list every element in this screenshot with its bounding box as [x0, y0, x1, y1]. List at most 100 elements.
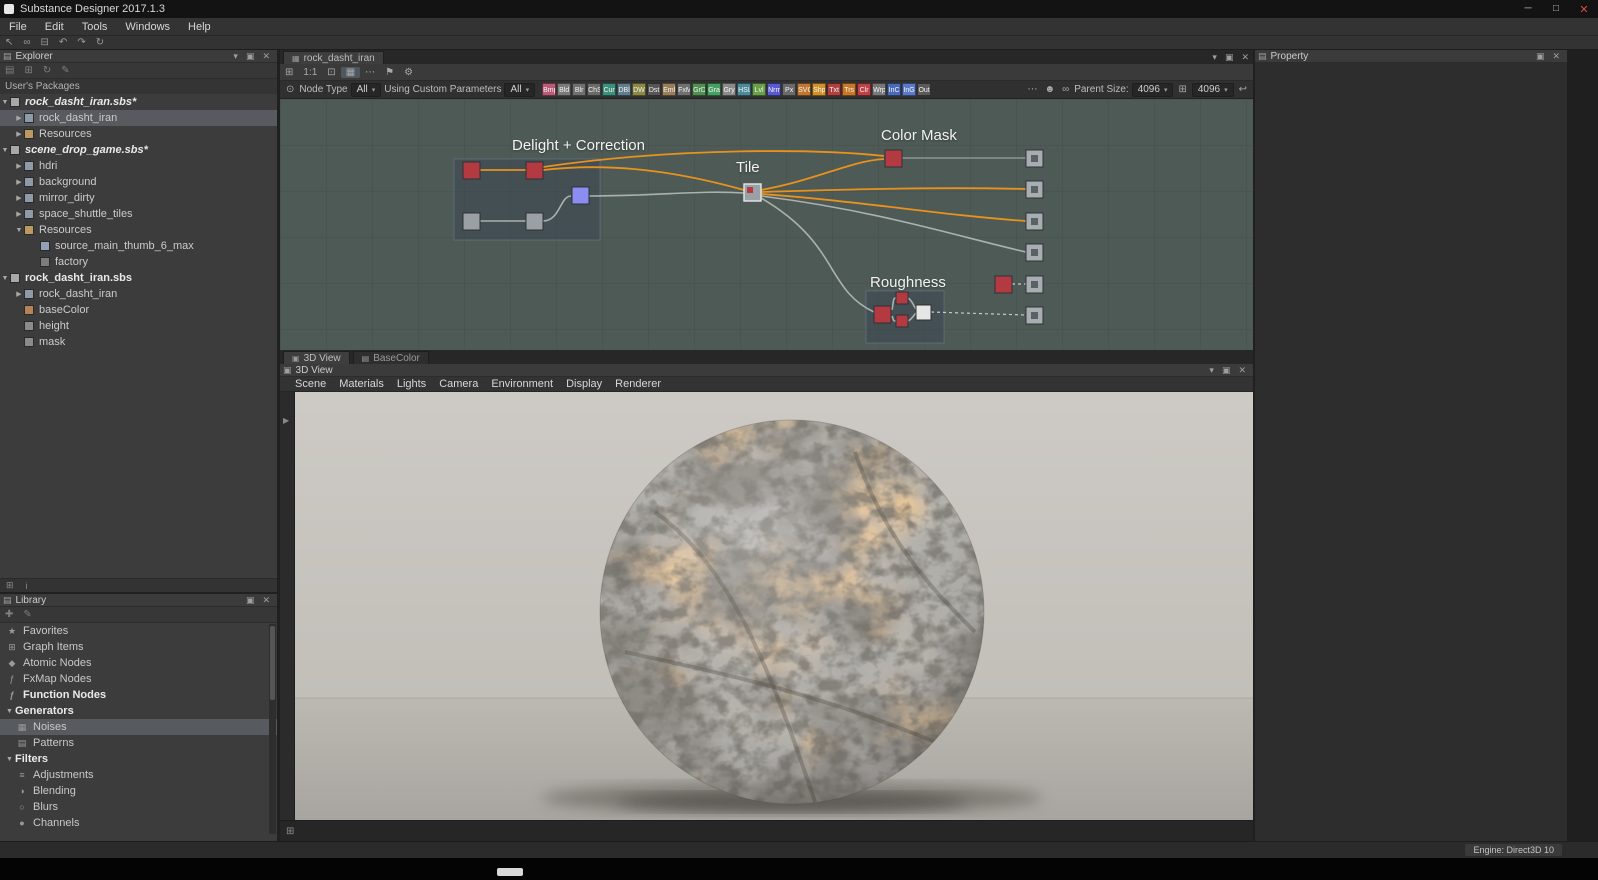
parent-width-select[interactable]: 4096 ▾ [1132, 83, 1174, 97]
menu-help[interactable]: Help [179, 21, 220, 33]
filter-tag-dwr[interactable]: DWr [632, 83, 646, 96]
filter-tag-dbl[interactable]: DBl [617, 83, 631, 96]
tree-item-source-main-thumb[interactable]: source_main_thumb_6_max [0, 238, 277, 254]
expand-arrow[interactable]: ▼ [6, 756, 15, 763]
filter-tag-gra[interactable]: Gra [707, 83, 721, 96]
tree-item-resources-2[interactable]: ▼ Resources [0, 222, 277, 238]
menu-file[interactable]: File [0, 21, 36, 33]
library-item-function-nodes[interactable]: ƒ Function Nodes [0, 687, 277, 703]
minimize-button[interactable]: ─ [1514, 3, 1542, 16]
parent-height-select[interactable]: 4096 ▾ [1192, 83, 1234, 97]
menu-tools[interactable]: Tools [73, 21, 117, 33]
expand-arrow[interactable]: ▼ [6, 708, 15, 715]
filter-tag-nrm[interactable]: Nrm [767, 83, 781, 96]
open-icon[interactable]: ⊞ [19, 65, 37, 76]
filter-tag-emb[interactable]: Emb [662, 83, 676, 96]
filter-tag-lvl[interactable]: Lvl [752, 83, 766, 96]
menu-windows[interactable]: Windows [116, 21, 179, 33]
tree-item-rock-dasht-iran-graph-2[interactable]: ▶ rock_dasht_iran [0, 286, 277, 302]
graph-canvas[interactable]: Delight + Correction Tile Color Mask Rou… [280, 99, 1253, 350]
save-icon[interactable]: ⊟ [36, 37, 54, 48]
redo-icon[interactable]: ↷ [72, 37, 90, 48]
scrollbar-thumb[interactable] [270, 626, 275, 700]
close-icon[interactable]: ✕ [1237, 52, 1253, 63]
snap-icon[interactable]: ▦ [341, 67, 360, 78]
refresh-icon[interactable]: ↻ [38, 65, 56, 76]
menu-display[interactable]: Display [566, 378, 602, 390]
tree-item-rock-dasht-iran-sbs[interactable]: ▼ rock_dasht_iran.sbs [0, 270, 277, 286]
tab-rock-dasht-iran[interactable]: ▦ rock_dasht_iran [283, 51, 384, 64]
library-item-patterns[interactable]: ▤ Patterns [0, 735, 277, 751]
expand-arrow[interactable]: ▶ [14, 162, 24, 170]
cursor-icon[interactable]: ↖ [0, 37, 18, 48]
node-input-bottom[interactable] [463, 213, 480, 230]
panel-handle-icon[interactable]: ▶ [283, 416, 289, 425]
panel-menu-icon[interactable]: ▾ [229, 51, 242, 62]
gear-icon[interactable]: ⚙ [399, 67, 418, 78]
expand-arrow[interactable]: ▶ [14, 130, 24, 138]
float-icon[interactable]: ▣ [242, 595, 259, 606]
float-icon[interactable]: ▣ [242, 51, 259, 62]
tree-item-height[interactable]: height [0, 318, 277, 334]
library-item-fxmap-nodes[interactable]: ƒ FxMap Nodes [0, 671, 277, 687]
float-icon[interactable]: ▣ [1221, 52, 1238, 63]
filter-tag-chs[interactable]: ChS [587, 83, 601, 96]
library-item-adjustments[interactable]: ≡ Adjustments [0, 767, 277, 783]
close-icon[interactable]: ✕ [258, 51, 274, 62]
expand-arrow[interactable]: ▼ [0, 99, 10, 106]
filter-tag-blr[interactable]: Blr [572, 83, 586, 96]
close-button[interactable]: ✕ [1570, 3, 1598, 16]
filter-tag-cur[interactable]: Cur [602, 83, 616, 96]
dots-icon[interactable]: ⋯ [360, 67, 380, 78]
tree-item-rock-dasht-iran-sbs-modified[interactable]: ▼ rock_dasht_iran.sbs* [0, 94, 277, 110]
node-roughness-main[interactable] [874, 306, 891, 323]
filter-tag-svg[interactable]: SVG [797, 83, 811, 96]
tree-item-hdri[interactable]: ▶ hdri [0, 158, 277, 174]
filter-tag-txt[interactable]: Txt [827, 83, 841, 96]
grid-icon[interactable]: ⊞ [0, 580, 20, 591]
filter-tag-bld[interactable]: Bld [557, 83, 571, 96]
reset-size-icon[interactable]: ↩ [1237, 84, 1249, 95]
filter-tag-wrp[interactable]: Wrp [872, 83, 886, 96]
expand-arrow[interactable]: ▼ [0, 147, 10, 154]
tree-item-background[interactable]: ▶ background [0, 174, 277, 190]
taskbar-item[interactable] [497, 868, 523, 876]
tree-item-space-shuttle-tiles[interactable]: ▶ space_shuttle_tiles [0, 206, 277, 222]
comment-icon[interactable]: ⋯ [1026, 84, 1040, 95]
filter-tag-clr[interactable]: Clr [857, 83, 871, 96]
new-package-icon[interactable]: ▤ [0, 65, 19, 76]
library-item-generators[interactable]: ▼ Generators [0, 703, 277, 719]
node-color-mask[interactable] [885, 150, 902, 167]
library-item-filters[interactable]: ▼ Filters [0, 751, 277, 767]
library-scrollbar[interactable] [269, 624, 276, 834]
filter-tag-fxm[interactable]: FxM [677, 83, 691, 96]
node-type-select[interactable]: All ▾ [351, 83, 382, 97]
expand-arrow[interactable]: ▶ [14, 194, 24, 202]
panel-menu-icon[interactable]: ▾ [1205, 365, 1218, 376]
library-item-blending[interactable]: ◑ Blending [0, 783, 277, 799]
expand-arrow[interactable]: ▶ [14, 290, 24, 298]
menu-scene[interactable]: Scene [295, 378, 326, 390]
library-item-graph-items[interactable]: ⊞ Graph Items [0, 639, 277, 655]
close-icon[interactable]: ✕ [1234, 365, 1250, 376]
node-roughness-b[interactable] [896, 315, 908, 327]
node-roughness-a[interactable] [896, 292, 908, 304]
node-correction-2[interactable] [526, 213, 543, 230]
node-correction[interactable] [526, 162, 543, 179]
filter-tag-bmp[interactable]: Bmp [542, 83, 556, 96]
tree-item-mask[interactable]: mask [0, 334, 277, 350]
edit-icon[interactable]: ✎ [56, 65, 74, 76]
expand-arrow[interactable]: ▶ [14, 114, 24, 122]
viewport-3d-canvas[interactable] [295, 392, 1253, 820]
tree-item-resources-1[interactable]: ▶ Resources [0, 126, 277, 142]
menu-renderer[interactable]: Renderer [615, 378, 661, 390]
filter-tag-shp[interactable]: Shp [812, 83, 826, 96]
filter-tag-trs[interactable]: Trs [842, 83, 856, 96]
maximize-button[interactable]: □ [1542, 3, 1570, 16]
expand-arrow[interactable]: ▶ [14, 210, 24, 218]
users-icon[interactable]: ☻ [1043, 84, 1058, 95]
custom-params-select[interactable]: All ▾ [504, 83, 535, 97]
filter-tag-out[interactable]: Out [917, 83, 931, 96]
info-icon[interactable]: i [20, 581, 34, 591]
grid-icon[interactable]: ⊞ [280, 826, 300, 837]
